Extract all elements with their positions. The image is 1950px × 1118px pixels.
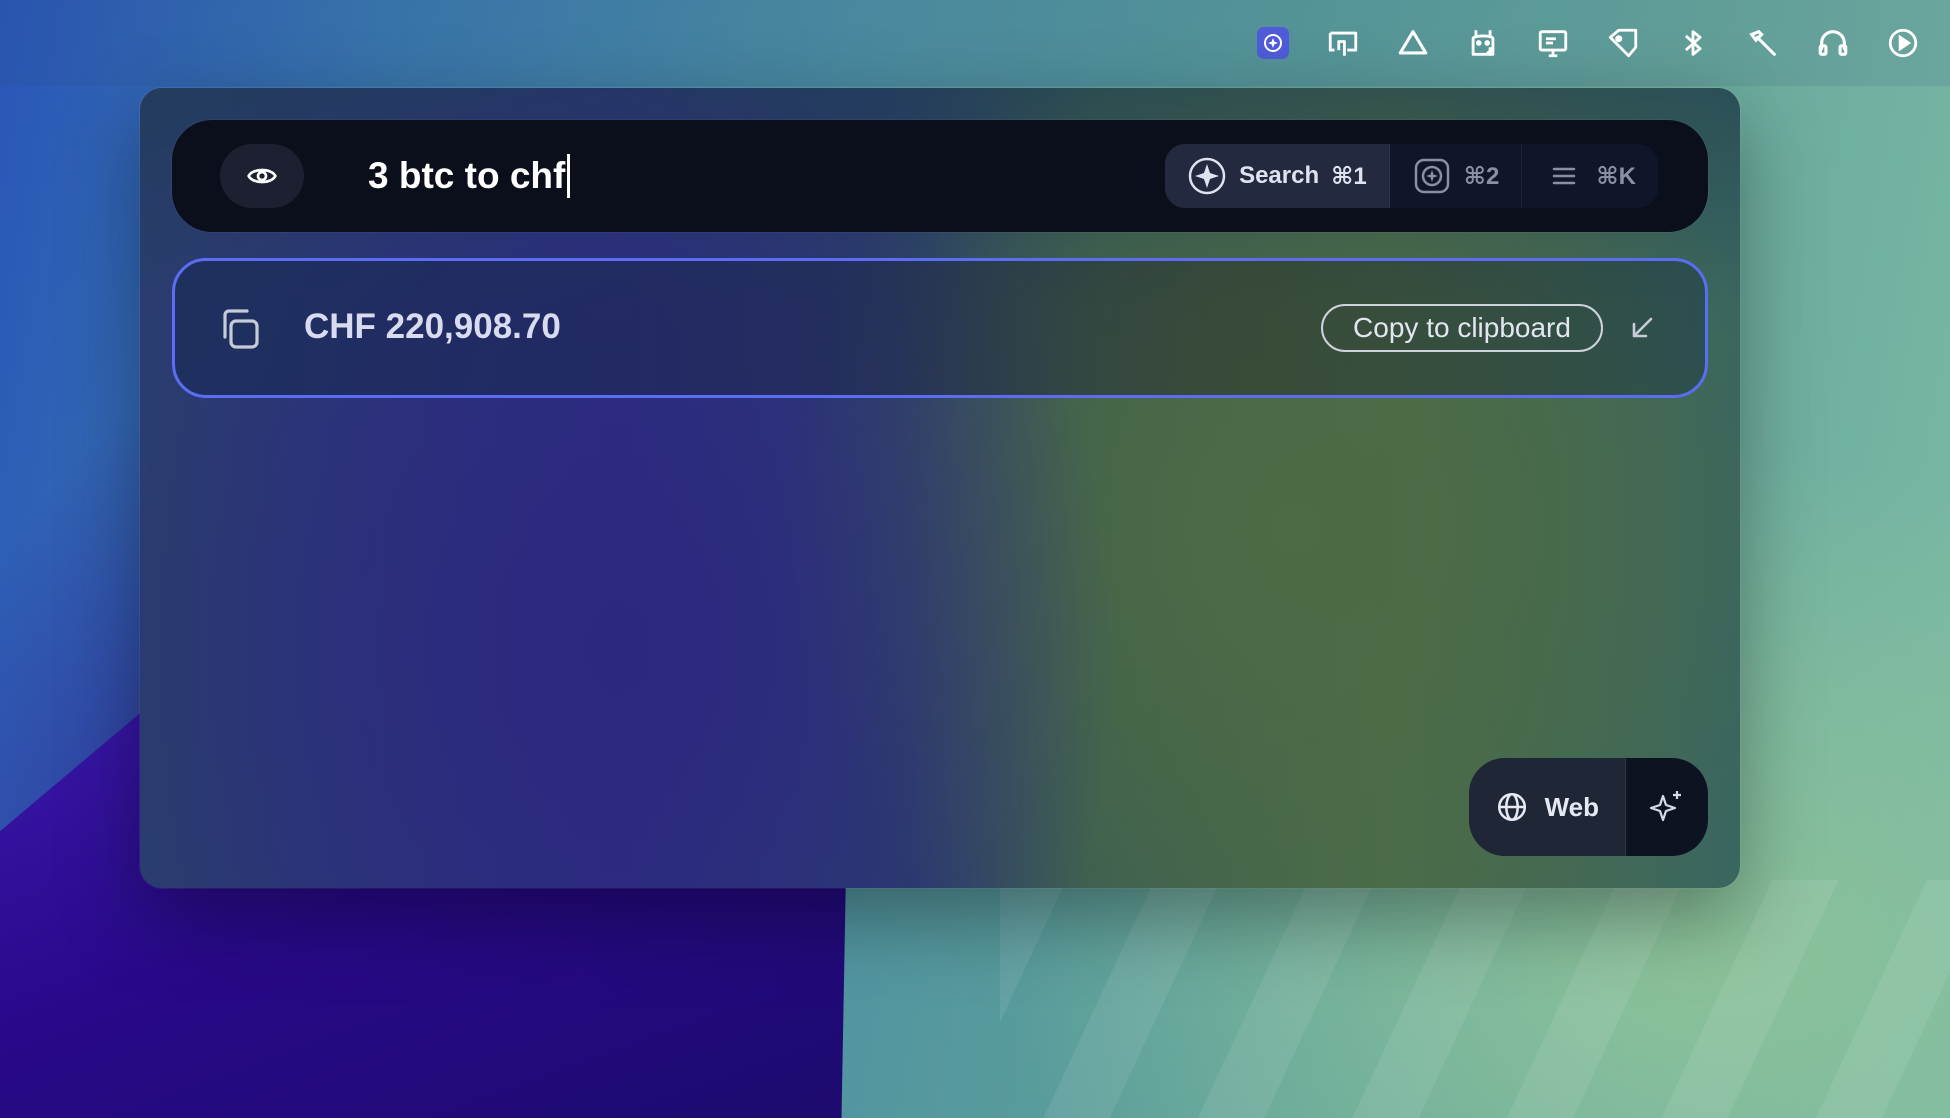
play-circle-icon[interactable] xyxy=(1868,18,1938,68)
eye-icon[interactable] xyxy=(220,144,304,208)
hammer-icon[interactable] xyxy=(1728,18,1798,68)
text-caret xyxy=(567,154,571,198)
square-sparkle-icon xyxy=(1414,158,1450,194)
headphones-icon[interactable] xyxy=(1798,18,1868,68)
calculator-result-row[interactable]: CHF 220,908.70 Copy to clipboard xyxy=(172,258,1708,398)
actions-menu-shortcut: ⌘K xyxy=(1596,162,1636,190)
drive-icon[interactable] xyxy=(1378,18,1448,68)
globe-icon xyxy=(1497,792,1526,822)
mode-switcher: Search ⌘1 ⌘2 ⌘K xyxy=(1165,144,1658,208)
ai-mode-button[interactable]: ⌘2 xyxy=(1390,144,1523,208)
display-icon[interactable] xyxy=(1518,18,1588,68)
copy-icon xyxy=(223,309,259,349)
web-search-button[interactable]: Web xyxy=(1468,758,1626,856)
ai-mode-shortcut: ⌘2 xyxy=(1463,162,1500,190)
launcher-window: 3 btc to chf Search ⌘1 ⌘2 ⌘K CHF 220,908… xyxy=(140,88,1740,888)
ai-sparkle-button[interactable] xyxy=(1626,758,1708,856)
search-bar: 3 btc to chf Search ⌘1 ⌘2 ⌘K xyxy=(172,120,1708,232)
search-mode-shortcut: ⌘1 xyxy=(1331,162,1367,190)
menu-lines-icon xyxy=(1553,167,1576,185)
sparkle-circle-icon xyxy=(1188,157,1226,195)
raycast-icon[interactable] xyxy=(1238,18,1308,68)
copy-to-clipboard-button[interactable]: Copy to clipboard xyxy=(1321,304,1603,352)
screen-share-icon[interactable] xyxy=(1308,18,1378,68)
arrow-down-left-icon[interactable] xyxy=(1627,313,1657,343)
actions-menu-button[interactable]: ⌘K xyxy=(1522,144,1658,208)
result-value: CHF 220,908.70 xyxy=(304,307,561,346)
menu-bar xyxy=(0,0,1950,86)
web-search-label: Web xyxy=(1544,791,1599,822)
search-mode-label: Search xyxy=(1239,162,1320,189)
llama-download-icon[interactable] xyxy=(1448,18,1518,68)
menu-bar-status-items xyxy=(1238,18,1938,68)
bluetooth-icon[interactable] xyxy=(1658,18,1728,68)
search-mode-button[interactable]: Search ⌘1 xyxy=(1165,144,1390,208)
footer-actions: Web xyxy=(1468,758,1708,856)
tag-icon[interactable] xyxy=(1588,18,1658,68)
sparkles-icon xyxy=(1649,791,1681,822)
search-query-text: 3 btc to chf xyxy=(368,155,566,196)
search-input[interactable]: 3 btc to chf xyxy=(368,150,571,202)
